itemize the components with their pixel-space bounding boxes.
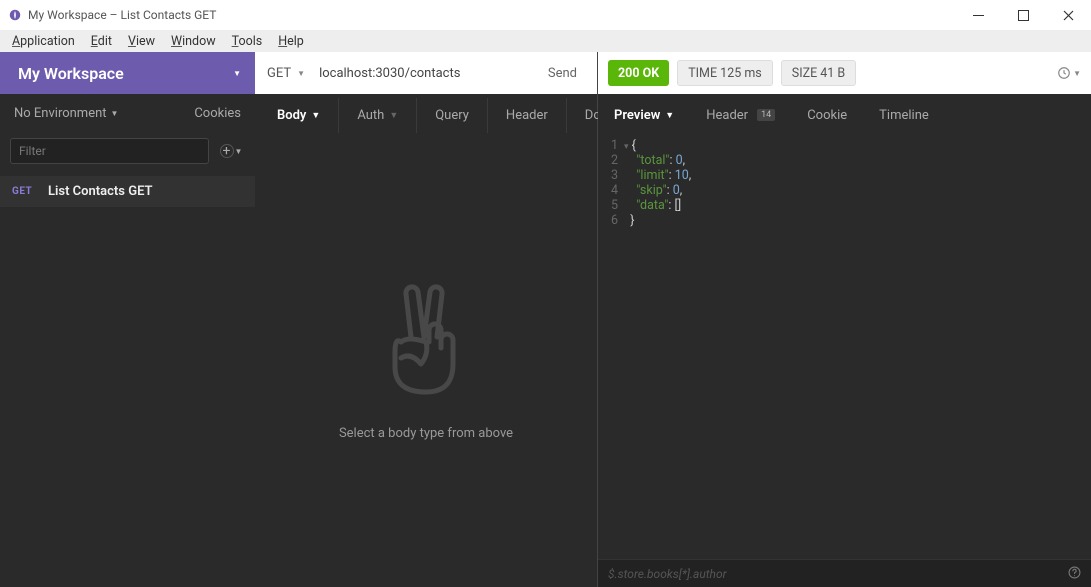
tab-preview[interactable]: Preview ▼ [598, 98, 690, 133]
jsonpath-footer[interactable]: $.store.books[*].author [598, 559, 1091, 587]
tab-query[interactable]: Query [417, 98, 488, 133]
time-badge: TIME 125 ms [677, 60, 773, 86]
workspace-title: My Workspace [18, 64, 124, 83]
line-gutter: 1 2 3 4 5 6 [598, 138, 624, 559]
response-tabs: Preview ▼ Header 14 Cookie Timeline [598, 94, 1091, 136]
sidebar-request-item[interactable]: GET List Contacts GET [0, 176, 255, 207]
chevron-down-icon: ▼ [297, 69, 305, 78]
chevron-down-icon: ▼ [665, 110, 674, 121]
plus-icon: + [220, 144, 234, 158]
request-method-badge: GET [12, 186, 36, 197]
chevron-down-icon: ▼ [235, 147, 243, 156]
tab-timeline[interactable]: Timeline [863, 98, 945, 133]
code-lines: ▾ { "total": 0, "limit": 10, "skip": 0, … [624, 138, 1091, 559]
peace-hand-icon [381, 282, 471, 406]
chevron-down-icon: ▼ [1073, 69, 1081, 78]
url-input[interactable] [319, 66, 532, 81]
tab-response-header[interactable]: Header 14 [690, 98, 791, 133]
tab-body[interactable]: Body ▼ [259, 98, 339, 133]
help-icon[interactable] [1068, 566, 1081, 582]
size-badge: SIZE 41 B [781, 60, 856, 86]
chevron-down-icon: ▼ [233, 69, 241, 78]
header-count-badge: 14 [757, 109, 775, 121]
menu-tools[interactable]: Tools [224, 32, 271, 51]
chevron-down-icon: ▼ [389, 110, 398, 121]
menu-edit[interactable]: Edit [83, 32, 120, 51]
response-pane: 200 OK TIME 125 ms SIZE 41 B ▼ Preview ▼… [598, 52, 1091, 587]
app-logo-icon [8, 8, 22, 22]
method-dropdown[interactable]: GET ▼ [267, 66, 311, 81]
status-badge: 200 OK [608, 60, 669, 86]
sidebar: My Workspace ▼ No Environment ▼ Cookies … [0, 52, 255, 587]
window-title: My Workspace – List Contacts GET [28, 8, 216, 22]
history-dropdown[interactable]: ▼ [1057, 66, 1081, 80]
environment-label: No Environment [14, 106, 107, 121]
environment-dropdown[interactable]: No Environment ▼ [14, 106, 118, 121]
response-status-bar: 200 OK TIME 125 ms SIZE 41 B ▼ [598, 52, 1091, 94]
request-name: List Contacts GET [48, 184, 153, 199]
maximize-button[interactable] [1001, 0, 1046, 30]
menu-view[interactable]: View [120, 32, 163, 51]
request-list: GET List Contacts GET [0, 170, 255, 207]
add-request-button[interactable]: + ▼ [217, 144, 245, 158]
request-tabs: Body ▼ Auth ▼ Query Header Doc [255, 94, 597, 136]
method-label: GET [267, 66, 291, 81]
filter-input[interactable] [10, 138, 209, 164]
window-titlebar: My Workspace – List Contacts GET [0, 0, 1091, 30]
menubar: Application Edit View Window Tools Help [0, 30, 1091, 52]
minimize-button[interactable] [956, 0, 1001, 30]
chevron-down-icon: ▼ [111, 109, 119, 118]
cookies-button[interactable]: Cookies [194, 106, 241, 121]
jsonpath-placeholder: $.store.books[*].author [608, 567, 727, 581]
tab-auth[interactable]: Auth ▼ [339, 98, 417, 133]
response-body-viewer[interactable]: 1 2 3 4 5 6 ▾ { "total": 0, "limit": 10,… [598, 136, 1091, 559]
tab-cookie[interactable]: Cookie [791, 98, 863, 133]
send-button[interactable]: Send [540, 66, 585, 81]
menu-window[interactable]: Window [163, 32, 224, 51]
menu-application[interactable]: Application [4, 32, 83, 51]
chevron-down-icon: ▼ [311, 110, 320, 121]
request-body-empty: Select a body type from above [255, 136, 597, 587]
workspace-dropdown[interactable]: My Workspace ▼ [0, 52, 255, 94]
request-pane: GET ▼ Send Body ▼ Auth ▼ Query Header Do… [255, 52, 598, 587]
menu-help[interactable]: Help [270, 32, 312, 51]
empty-body-message: Select a body type from above [339, 426, 513, 441]
close-button[interactable] [1046, 0, 1091, 30]
fold-marker-icon[interactable]: ▾ [624, 142, 629, 152]
tab-header[interactable]: Header [488, 98, 567, 133]
address-bar: GET ▼ Send [255, 52, 597, 94]
